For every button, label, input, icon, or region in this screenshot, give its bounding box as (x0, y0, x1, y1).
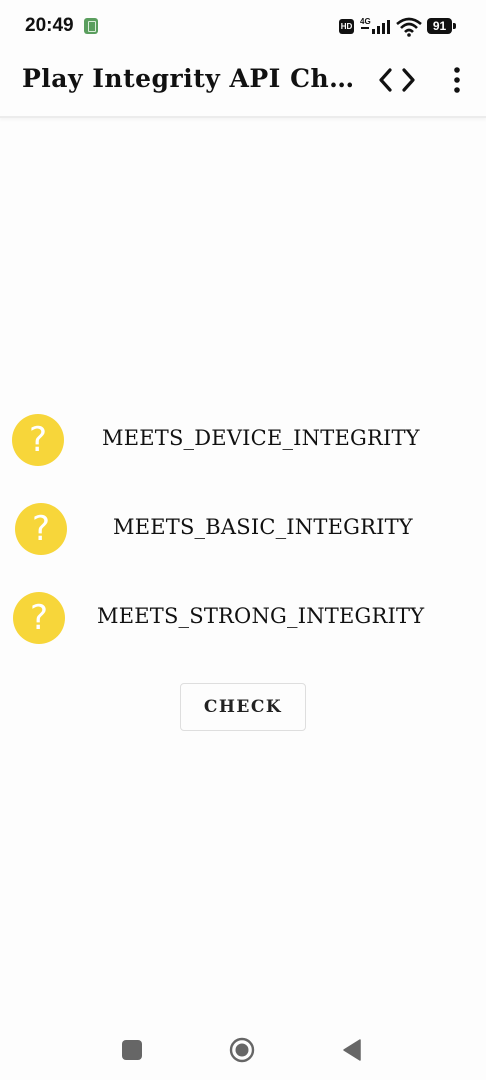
question-icon: ? (15, 503, 67, 555)
check-button[interactable]: CHECK (180, 683, 306, 731)
network-type-label: 4G (360, 17, 371, 26)
more-vert-icon (454, 67, 460, 93)
back-icon[interactable] (340, 1037, 364, 1063)
status-time: 20:49 (25, 15, 74, 36)
question-icon: ? (13, 592, 65, 644)
view-source-button[interactable] (372, 60, 422, 100)
status-bar: 20:49 HD 4G 91 (0, 0, 486, 54)
recents-icon[interactable] (122, 1040, 142, 1060)
home-icon[interactable] (229, 1037, 255, 1063)
page-title: Play Integrity API Ch… (22, 64, 352, 93)
notification-app-icon (84, 18, 98, 34)
integrity-result-basic: ? MEETS_BASIC_INTEGRITY (0, 499, 486, 559)
code-icon (379, 68, 415, 92)
battery-icon: 91 (427, 18, 456, 34)
wifi-icon (396, 17, 422, 37)
integrity-label-device: MEETS_DEVICE_INTEGRITY (102, 426, 420, 450)
integrity-label-basic: MEETS_BASIC_INTEGRITY (113, 515, 413, 539)
question-icon: ? (12, 414, 64, 466)
signal-icon: 4G (359, 16, 393, 36)
system-nav-bar (0, 1020, 486, 1080)
integrity-result-device: ? MEETS_DEVICE_INTEGRITY (0, 410, 486, 470)
app-bar: Play Integrity API Ch… (0, 54, 486, 118)
integrity-result-strong: ? MEETS_STRONG_INTEGRITY (0, 588, 486, 648)
overflow-menu-button[interactable] (440, 60, 474, 100)
integrity-label-strong: MEETS_STRONG_INTEGRITY (97, 604, 425, 628)
hd-icon: HD (339, 19, 354, 34)
battery-level: 91 (427, 18, 452, 34)
